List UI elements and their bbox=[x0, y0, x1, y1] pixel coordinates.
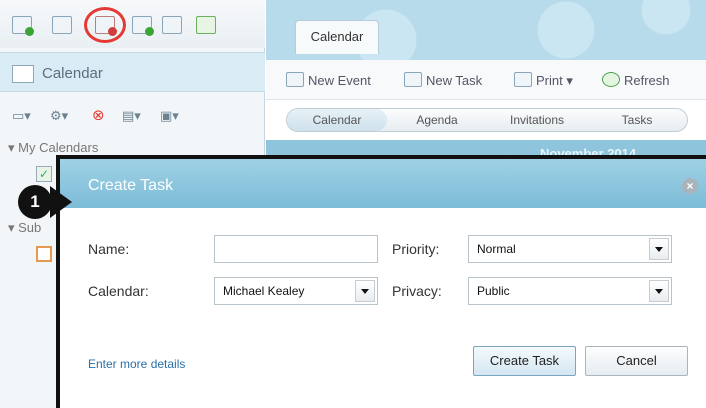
priority-label: Priority: bbox=[392, 241, 440, 257]
sidebar-calendar-header[interactable]: Calendar bbox=[0, 52, 265, 92]
sidebar-tools: ▭▾ ⚙▾ ⊗ ▤▾ ▣▾ bbox=[0, 100, 265, 130]
subscriptions-heading[interactable]: ▾ Sub bbox=[8, 220, 41, 236]
grid-icon[interactable] bbox=[196, 16, 216, 34]
tab-calendar[interactable]: Calendar bbox=[295, 20, 379, 54]
subscription-checkbox[interactable] bbox=[36, 246, 52, 262]
chevron-down-icon[interactable] bbox=[649, 280, 669, 302]
sidebar-toolbar bbox=[0, 0, 265, 48]
new-event-icon[interactable] bbox=[12, 16, 34, 36]
close-icon[interactable]: × bbox=[682, 178, 698, 194]
new-event-button[interactable]: New Event bbox=[286, 72, 371, 88]
layout-icon[interactable]: ▣▾ bbox=[160, 108, 179, 124]
priority-value: Normal bbox=[477, 242, 516, 256]
enter-more-details-link[interactable]: Enter more details bbox=[88, 357, 185, 371]
chevron-down-icon[interactable] bbox=[649, 238, 669, 260]
dialog-title: Create Task bbox=[88, 177, 174, 194]
view-tabs: Calendar Agenda Invitations Tasks bbox=[286, 108, 688, 132]
add-calendar-icon[interactable]: ▭▾ bbox=[12, 108, 31, 124]
import-icon[interactable] bbox=[132, 16, 154, 36]
view-tab-tasks[interactable]: Tasks bbox=[587, 109, 687, 131]
name-label: Name: bbox=[88, 241, 130, 257]
list-icon[interactable]: ▤▾ bbox=[122, 108, 141, 124]
export-icon[interactable] bbox=[162, 16, 182, 34]
print-button[interactable]: Print ▾ bbox=[514, 72, 573, 89]
calendar-value: Michael Kealey bbox=[223, 284, 305, 298]
view-tab-calendar[interactable]: Calendar bbox=[287, 109, 387, 131]
new-event-icon bbox=[286, 72, 304, 87]
step-badge: 1 bbox=[18, 185, 52, 219]
priority-select[interactable]: Normal bbox=[468, 235, 672, 263]
calendar-label: Calendar: bbox=[88, 283, 149, 299]
privacy-select[interactable]: Public bbox=[468, 277, 672, 305]
view-tab-invitations[interactable]: Invitations bbox=[487, 109, 587, 131]
highlight-circle bbox=[84, 7, 126, 43]
print-icon bbox=[514, 72, 532, 87]
new-task-button[interactable]: New Task bbox=[404, 72, 482, 88]
step-badge-pointer bbox=[50, 186, 72, 218]
calendar-checkbox[interactable]: ✓ bbox=[36, 166, 52, 182]
my-calendars-heading[interactable]: ▾ My Calendars bbox=[8, 140, 98, 156]
privacy-value: Public bbox=[477, 284, 510, 298]
refresh-button[interactable]: Refresh bbox=[602, 72, 670, 88]
delete-icon[interactable]: ⊗ bbox=[92, 106, 105, 124]
new-note-icon[interactable] bbox=[52, 16, 72, 34]
sidebar-calendar-label: Calendar bbox=[42, 65, 103, 82]
calendar-select[interactable]: Michael Kealey bbox=[214, 277, 378, 305]
view-tab-agenda[interactable]: Agenda bbox=[387, 109, 487, 131]
cancel-button[interactable]: Cancel bbox=[585, 346, 688, 376]
new-task-icon bbox=[404, 72, 422, 87]
name-input[interactable] bbox=[214, 235, 378, 263]
settings-icon[interactable]: ⚙▾ bbox=[50, 108, 68, 124]
create-task-button[interactable]: Create Task bbox=[473, 346, 576, 376]
refresh-icon bbox=[602, 72, 620, 87]
chevron-down-icon[interactable] bbox=[355, 280, 375, 302]
action-bar: New Event New Task Print ▾ Refresh bbox=[266, 60, 706, 100]
calendar-icon bbox=[12, 65, 34, 83]
privacy-label: Privacy: bbox=[392, 283, 442, 299]
